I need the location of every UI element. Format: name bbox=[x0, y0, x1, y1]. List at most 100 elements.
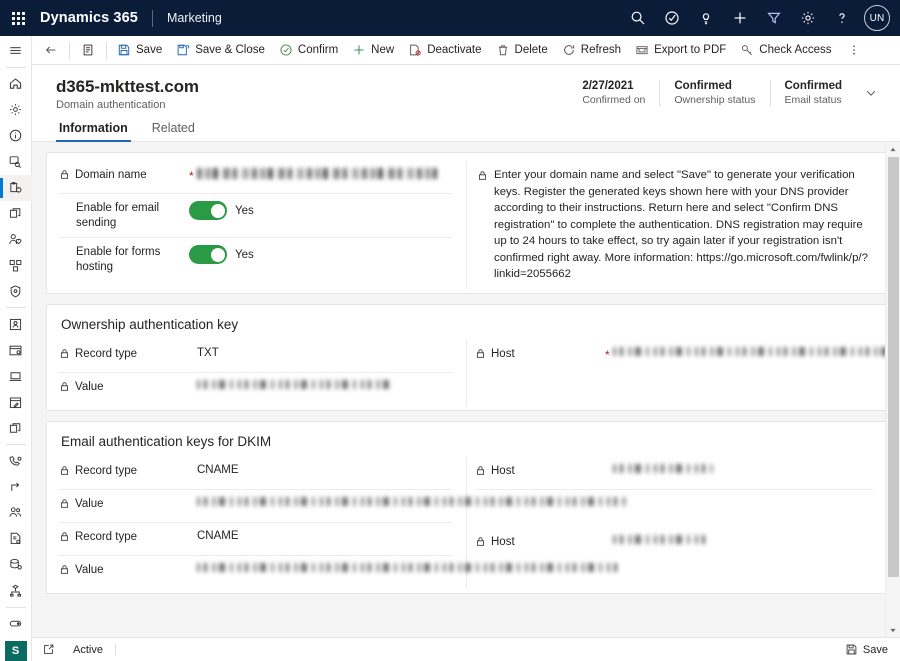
open-in-new-icon[interactable] bbox=[42, 643, 55, 656]
footer-save-button[interactable]: Save bbox=[845, 643, 888, 656]
domain-name-field[interactable]: Domain name * bbox=[59, 161, 452, 194]
status-email[interactable]: Confirmed Email status bbox=[770, 80, 857, 106]
enable-forms-hosting-toggle[interactable] bbox=[189, 245, 227, 264]
lock-icon bbox=[475, 535, 486, 552]
lock-icon bbox=[475, 464, 486, 481]
contact-search-icon[interactable] bbox=[0, 149, 32, 175]
ownership-key-columns: Record type TXT bbox=[59, 340, 873, 406]
dkim-1-value-field[interactable]: Value bbox=[59, 490, 452, 523]
no-asterisk bbox=[189, 464, 197, 465]
confirm-button[interactable]: Confirm bbox=[272, 36, 345, 64]
add-icon[interactable] bbox=[723, 0, 757, 36]
settings-gear-icon[interactable] bbox=[791, 0, 825, 36]
branch-arrow-icon[interactable] bbox=[0, 474, 32, 500]
dkim-1-record-type-value[interactable]: CNAME bbox=[197, 464, 452, 476]
dkim-2-host-input[interactable] bbox=[613, 535, 873, 544]
save-button[interactable]: Save bbox=[110, 36, 169, 64]
laptop-icon[interactable] bbox=[0, 363, 32, 389]
back-arrow-icon[interactable] bbox=[36, 36, 66, 64]
dkim-2-host-field[interactable]: Host bbox=[475, 528, 873, 561]
ownership-left-column: Record type TXT bbox=[59, 340, 466, 406]
app-name[interactable]: Marketing bbox=[167, 11, 222, 25]
info-circle-icon[interactable] bbox=[0, 123, 32, 149]
refresh-button[interactable]: Refresh bbox=[555, 36, 628, 64]
flow-icon[interactable] bbox=[0, 253, 32, 279]
save-and-close-label: Save & Close bbox=[195, 44, 265, 56]
scroll-down-arrow-icon[interactable] bbox=[886, 622, 900, 637]
window-gear-icon[interactable] bbox=[0, 337, 32, 363]
home-icon[interactable] bbox=[0, 71, 32, 97]
scrollbar-track[interactable] bbox=[886, 157, 900, 622]
phone-people-icon[interactable] bbox=[0, 448, 32, 474]
toggle-icon[interactable] bbox=[0, 611, 32, 637]
enable-forms-hosting-value: Yes bbox=[235, 249, 254, 261]
dkim-1-value-input[interactable] bbox=[197, 497, 452, 506]
dkim-1-host-field[interactable]: Host bbox=[475, 457, 873, 490]
search-icon[interactable] bbox=[621, 0, 655, 36]
form-scrollbar[interactable] bbox=[885, 142, 900, 637]
form-icon[interactable] bbox=[73, 36, 103, 64]
dkim-2-host-label-group: Host bbox=[475, 535, 605, 552]
filter-icon[interactable] bbox=[757, 0, 791, 36]
enable-email-sending-toggle-group[interactable]: Yes bbox=[189, 201, 452, 220]
instructions-block: Enter your domain name and select "Save"… bbox=[475, 161, 873, 289]
check-access-button[interactable]: Check Access bbox=[733, 36, 838, 64]
id-card-icon[interactable] bbox=[0, 311, 32, 337]
dkim-2-record-type-value[interactable]: CNAME bbox=[197, 530, 452, 542]
people-icon[interactable] bbox=[0, 500, 32, 526]
app-launcher-icon[interactable] bbox=[0, 0, 36, 36]
enable-forms-hosting-toggle-group[interactable]: Yes bbox=[189, 245, 452, 264]
dkim-2-value-input[interactable] bbox=[197, 563, 452, 572]
dkim-1-host-input[interactable] bbox=[613, 464, 873, 473]
scroll-up-arrow-icon[interactable] bbox=[886, 142, 900, 157]
sitemap-icon[interactable] bbox=[0, 578, 32, 604]
database-gear-icon[interactable] bbox=[0, 552, 32, 578]
assistant-check-icon[interactable] bbox=[655, 0, 689, 36]
enable-forms-hosting-field[interactable]: Enable for forms hosting Yes bbox=[59, 238, 452, 281]
chevron-down-icon[interactable] bbox=[858, 80, 884, 106]
no-asterisk bbox=[189, 530, 197, 531]
status-confirmed-on[interactable]: 2/27/2021 Confirmed on bbox=[568, 80, 659, 106]
dkim-2-value-field[interactable]: Value bbox=[59, 556, 452, 589]
copy-icon[interactable] bbox=[0, 201, 32, 227]
rail-user-badge[interactable]: S bbox=[5, 641, 27, 661]
delete-button[interactable]: Delete bbox=[489, 36, 555, 64]
calendar-edit-icon[interactable] bbox=[0, 389, 32, 415]
help-question-icon[interactable] bbox=[825, 0, 859, 36]
scrollbar-thumb[interactable] bbox=[888, 157, 899, 577]
save-and-close-button[interactable]: Save & Close bbox=[169, 36, 272, 64]
person-heart-icon[interactable] bbox=[0, 227, 32, 253]
domain-name-input[interactable] bbox=[197, 168, 452, 179]
required-asterisk: * bbox=[605, 347, 613, 362]
dkim-keys-title: Email authentication keys for DKIM bbox=[59, 430, 873, 457]
ownership-host-field[interactable]: Host * bbox=[475, 340, 873, 373]
enable-email-sending-toggle[interactable] bbox=[189, 201, 227, 220]
lightbulb-icon[interactable] bbox=[689, 0, 723, 36]
ownership-record-type-value[interactable]: TXT bbox=[197, 347, 452, 359]
confirm-label: Confirm bbox=[298, 44, 338, 56]
ownership-host-input[interactable] bbox=[613, 347, 873, 356]
ownership-value-input[interactable] bbox=[197, 380, 452, 389]
tab-related[interactable]: Related bbox=[149, 117, 198, 141]
deactivate-button[interactable]: Deactivate bbox=[401, 36, 488, 64]
copy-icon-2[interactable] bbox=[0, 415, 32, 441]
dkim-2-record-type-field[interactable]: Record type CNAME bbox=[59, 523, 452, 556]
shield-lock-icon[interactable] bbox=[0, 279, 32, 305]
ownership-record-type-field[interactable]: Record type TXT bbox=[59, 340, 452, 373]
sidebar-item-domains[interactable] bbox=[0, 175, 32, 201]
more-vertical-icon[interactable] bbox=[839, 36, 869, 64]
avatar[interactable]: UN bbox=[864, 5, 890, 31]
new-button[interactable]: New bbox=[345, 36, 401, 64]
gear-icon[interactable] bbox=[0, 97, 32, 123]
dkim-1-record-type-field[interactable]: Record type CNAME bbox=[59, 457, 452, 490]
lock-icon bbox=[475, 347, 486, 364]
brand-name[interactable]: Dynamics 365 bbox=[36, 10, 138, 26]
tab-information[interactable]: Information bbox=[56, 117, 131, 141]
hamburger-icon[interactable] bbox=[0, 38, 32, 64]
lock-icon bbox=[477, 167, 488, 283]
export-to-pdf-button[interactable]: Export to PDF bbox=[628, 36, 733, 64]
status-ownership[interactable]: Confirmed Ownership status bbox=[659, 80, 769, 106]
ownership-value-field[interactable]: Value bbox=[59, 373, 452, 406]
enable-email-sending-field[interactable]: Enable for email sending Yes bbox=[59, 194, 452, 238]
document-gear-icon[interactable] bbox=[0, 526, 32, 552]
